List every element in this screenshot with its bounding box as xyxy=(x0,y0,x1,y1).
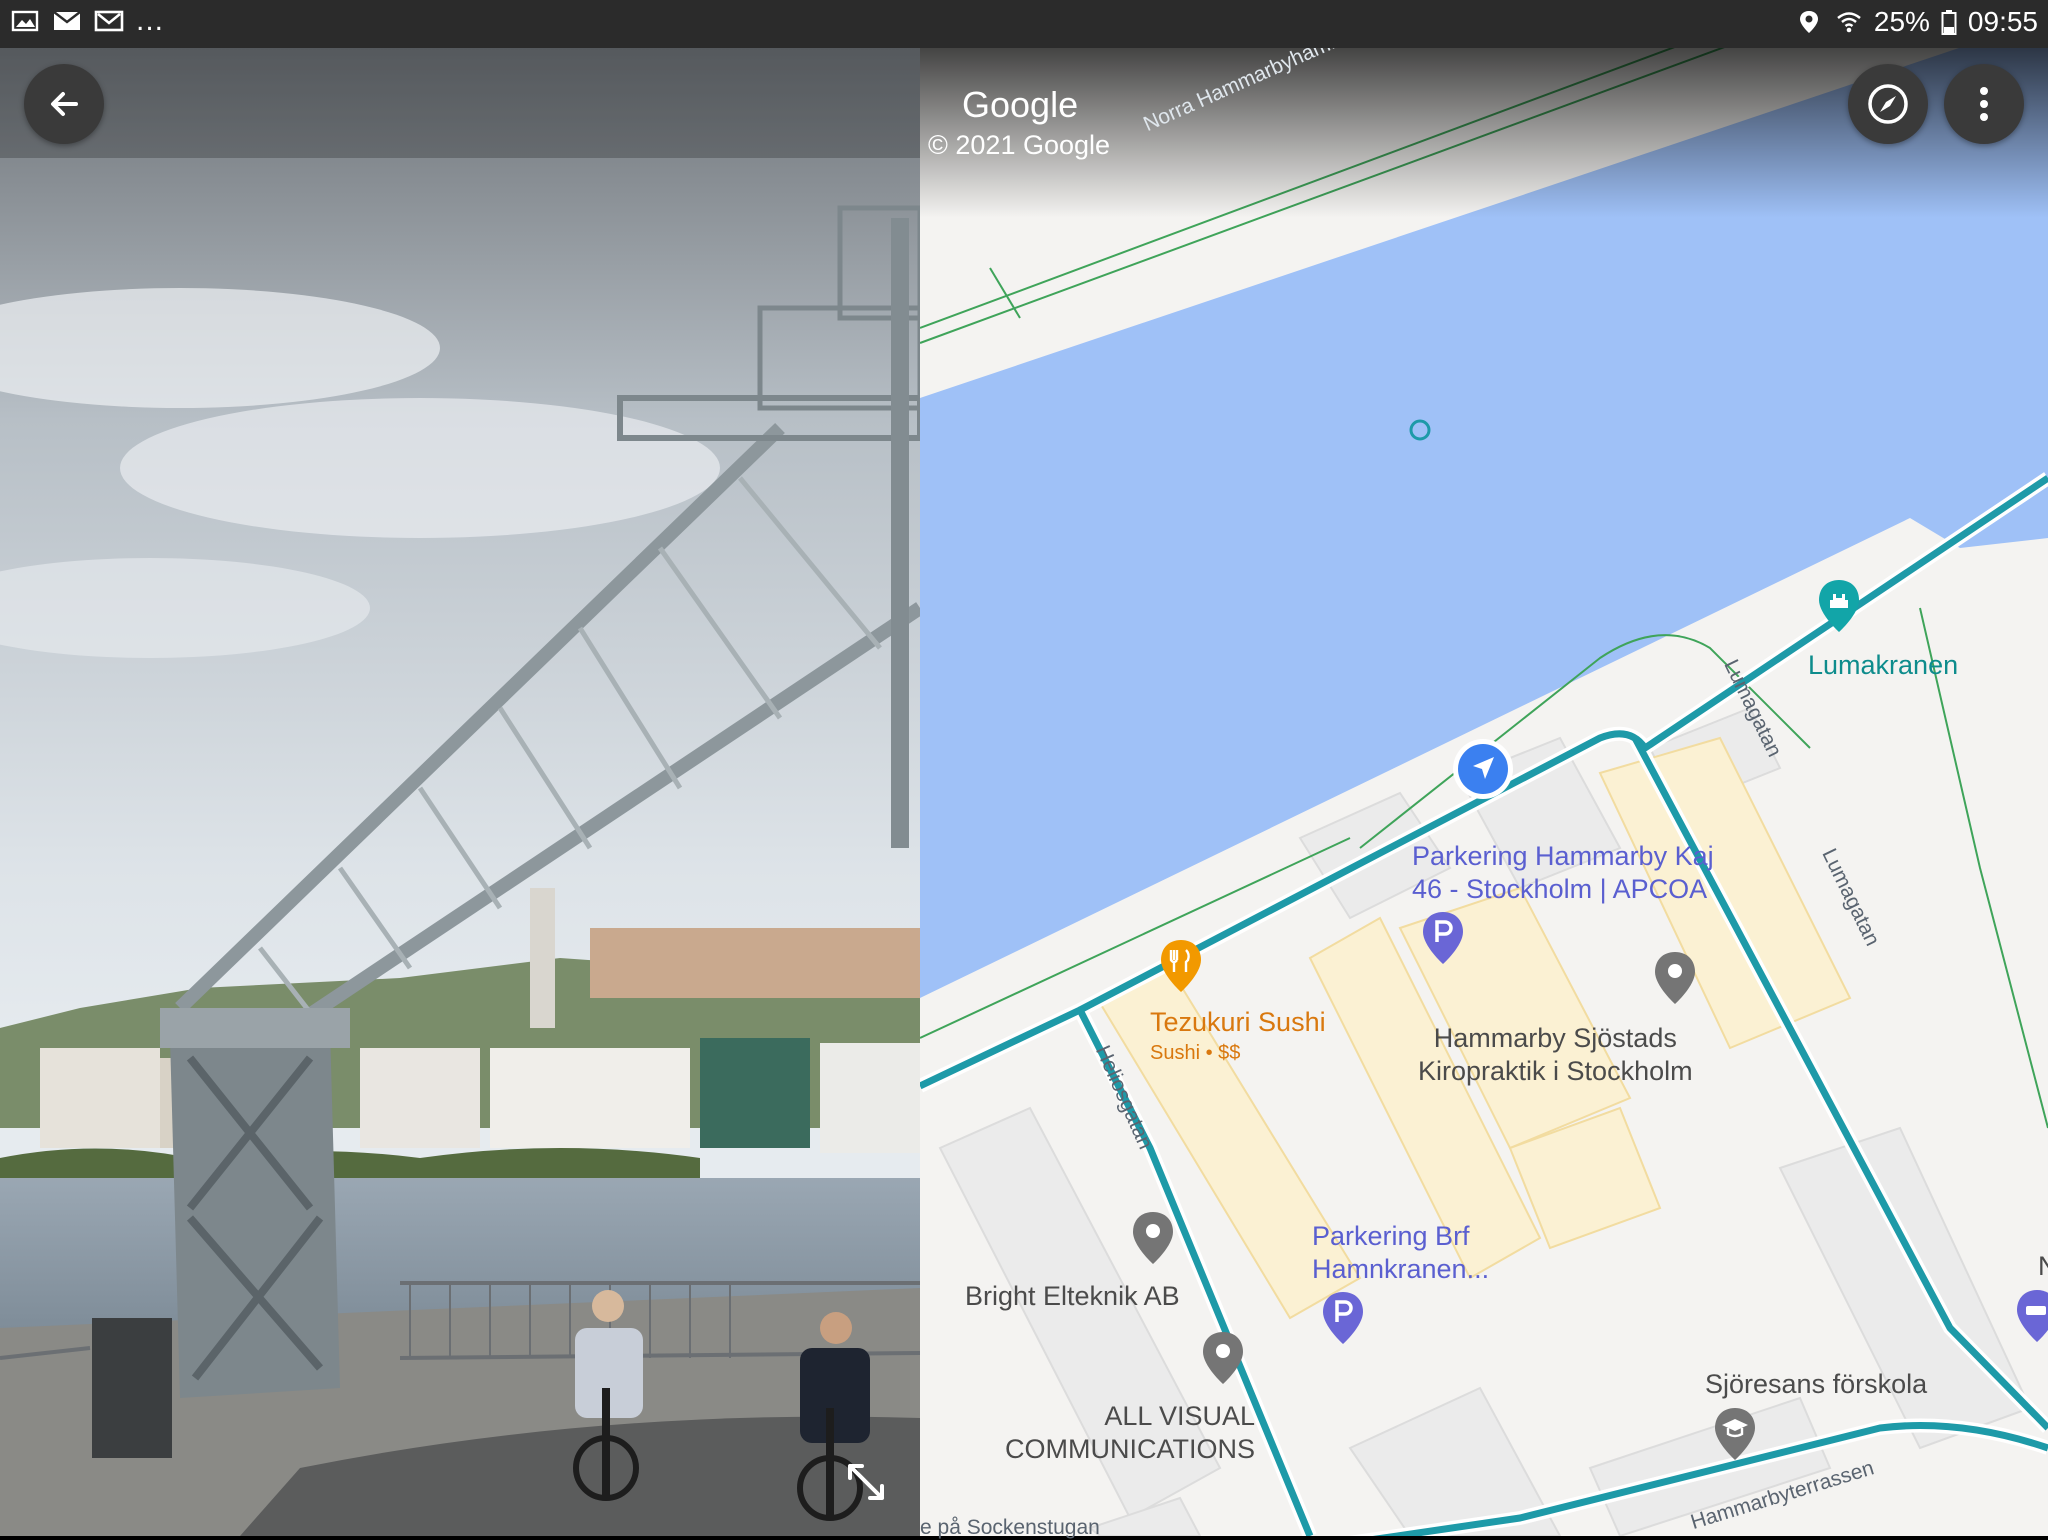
poi-tezukuri-sushi[interactable]: Tezukuri Sushi xyxy=(1150,1007,1326,1038)
poi-all-visual[interactable]: ALL VISUAL COMMUNICATIONS xyxy=(1005,1400,1255,1466)
poi-kiropraktik[interactable]: Hammarby Sjöstads Kiropraktik i Stockhol… xyxy=(1418,1022,1693,1088)
poi-kiropraktik-line2: Kiropraktik i Stockholm xyxy=(1418,1056,1693,1086)
lumakranen-marker[interactable] xyxy=(1816,578,1862,639)
place-pin-icon xyxy=(1133,1212,1173,1264)
poi-bright-elteknik[interactable]: Bright Elteknik AB xyxy=(965,1280,1180,1313)
poi-all-visual-line2: COMMUNICATIONS xyxy=(1005,1434,1255,1464)
poi-kiropraktik-line1: Hammarby Sjöstads xyxy=(1433,1023,1677,1053)
poi-parkering-kaj-line1: Parkering Hammarby Kaj xyxy=(1412,841,1714,871)
map-copyright: © 2021 Google xyxy=(928,130,1111,160)
current-location-marker[interactable] xyxy=(1452,738,1514,805)
expand-button[interactable] xyxy=(826,1438,906,1526)
poi-parkering-brf-line2: Hamnkranen... xyxy=(1312,1254,1490,1284)
bright-elteknik-marker[interactable] xyxy=(1130,1210,1176,1271)
poi-sjoresans-forskola[interactable]: Sjöresans förskola xyxy=(1705,1368,1927,1401)
tezukuri-marker[interactable] xyxy=(1158,938,1204,999)
battery-icon xyxy=(1940,9,1958,35)
parking-icon xyxy=(1423,912,1463,964)
mail-icon xyxy=(52,8,82,34)
poi-parkering-brf-line1: Parkering Brf xyxy=(1312,1221,1470,1251)
poi-tezukuri-sub: Sushi • $$ xyxy=(1150,1042,1241,1064)
poi-parkering-kaj-line2: 46 - Stockholm | APCOA xyxy=(1412,874,1708,904)
arrow-left-icon xyxy=(44,84,84,124)
google-brand: Google xyxy=(962,84,1079,125)
location-icon xyxy=(1794,9,1824,35)
gmail-icon xyxy=(94,8,124,34)
sjoresans-marker[interactable] xyxy=(1712,1406,1758,1467)
expand-diagonal-icon xyxy=(844,1460,888,1504)
more-notifications: ... xyxy=(136,4,165,37)
clock: 09:55 xyxy=(1967,6,2038,37)
status-bar: ... 25% 09:55 xyxy=(0,0,2048,48)
poi-lumakranen[interactable]: Lumakranen xyxy=(1808,650,1958,681)
parking-marker-kaj[interactable] xyxy=(1420,910,1466,971)
back-button[interactable] xyxy=(24,64,104,144)
navigation-arrow-icon xyxy=(1453,739,1513,799)
school-icon xyxy=(1715,1408,1755,1460)
poi-partial-edge: N xyxy=(2038,1251,2048,1281)
restaurant-icon xyxy=(1161,940,1201,992)
compass-button[interactable] xyxy=(1848,64,1928,144)
wifi-icon xyxy=(1834,9,1864,35)
street-view-panorama[interactable] xyxy=(0,48,920,1536)
poi-all-visual-line1: ALL VISUAL xyxy=(1104,1401,1255,1431)
more-options-button[interactable] xyxy=(1944,64,2024,144)
gallery-icon xyxy=(10,8,40,34)
parking-icon xyxy=(1323,1292,1363,1344)
street-label-partial-bottom: e på Sockenstugan xyxy=(920,1516,1100,1539)
poi-parkering-brf[interactable]: Parkering Brf Hamnkranen... xyxy=(1312,1220,1489,1286)
place-pin-icon xyxy=(1203,1332,1243,1384)
parking-marker-brf[interactable] xyxy=(1320,1290,1366,1351)
poi-parkering-kaj[interactable]: Parkering Hammarby Kaj 46 - Stockholm | … xyxy=(1412,840,1714,906)
car-marker-edge[interactable] xyxy=(2014,1288,2048,1349)
allvisual-marker[interactable] xyxy=(1200,1330,1246,1391)
battery-percent: 25% xyxy=(1873,6,1930,37)
place-pin-icon xyxy=(1655,952,1695,1004)
car-icon xyxy=(2017,1290,2048,1342)
kiropraktik-marker[interactable] xyxy=(1652,950,1698,1011)
more-vert-icon xyxy=(1974,82,1994,126)
compass-icon xyxy=(1866,82,1910,126)
street-view-image xyxy=(0,48,920,1536)
